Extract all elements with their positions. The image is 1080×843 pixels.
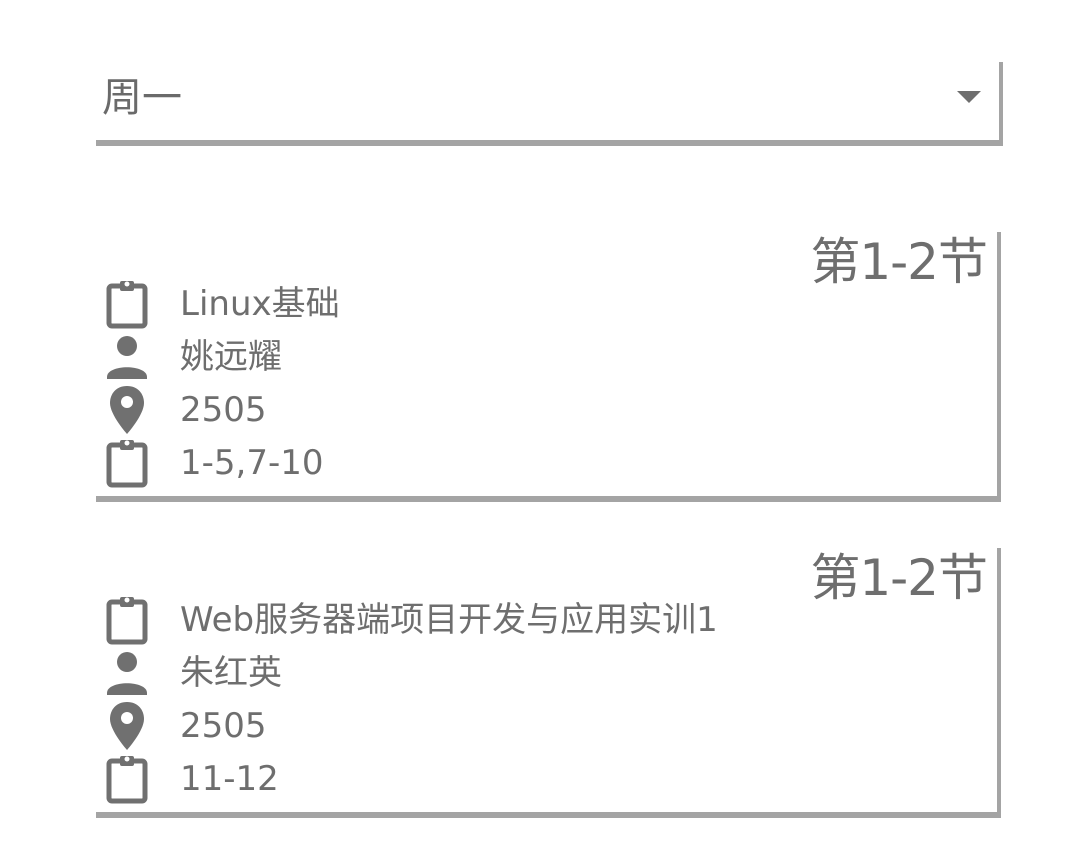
course-weeks-row: 11-12 (96, 753, 816, 805)
course-weeks: 1-5,7-10 (180, 443, 324, 483)
course-weeks: 11-12 (180, 759, 279, 799)
course-weeks-row: 1-5,7-10 (96, 437, 816, 489)
course-card[interactable]: 第1-2节 Linux基础 姚远耀 2505 1-5,7-10 (96, 232, 1001, 502)
course-name: Web服务器端项目开发与应用实训1 (180, 600, 718, 640)
course-room-row: 2505 (96, 384, 816, 436)
person-icon (106, 331, 148, 383)
course-name-row: Linux基础 (96, 278, 816, 330)
day-select-value: 周一 (102, 75, 182, 121)
clipboard-icon (106, 437, 148, 489)
course-room: 2505 (180, 706, 267, 746)
course-period: 第1-2节 (810, 549, 988, 607)
course-teacher: 朱红英 (180, 653, 282, 693)
dropdown-caret-icon[interactable] (957, 91, 981, 103)
clipboard-icon (106, 753, 148, 805)
location-pin-icon (106, 700, 148, 752)
course-teacher: 姚远耀 (180, 337, 282, 377)
course-name-row: Web服务器端项目开发与应用实训1 (96, 594, 816, 646)
day-select-dropdown[interactable]: 周一 (96, 62, 1003, 146)
course-room: 2505 (180, 390, 267, 430)
course-teacher-row: 朱红英 (96, 647, 816, 699)
course-card[interactable]: 第1-2节 Web服务器端项目开发与应用实训1 朱红英 2505 11-12 (96, 548, 1001, 818)
clipboard-icon (106, 594, 148, 646)
course-room-row: 2505 (96, 700, 816, 752)
location-pin-icon (106, 384, 148, 436)
course-period: 第1-2节 (810, 233, 988, 291)
person-icon (106, 647, 148, 699)
clipboard-icon (106, 278, 148, 330)
course-name: Linux基础 (180, 284, 340, 324)
course-teacher-row: 姚远耀 (96, 331, 816, 383)
